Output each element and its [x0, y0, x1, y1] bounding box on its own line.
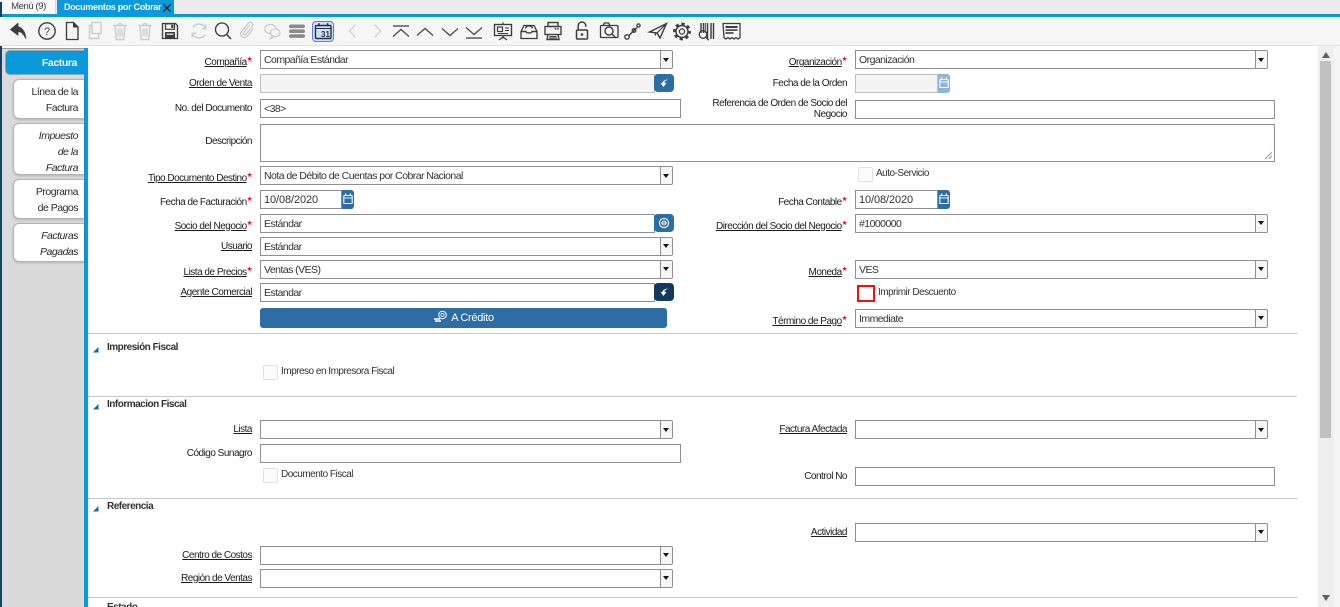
svg-text:?: ?: [44, 26, 50, 38]
svg-text:31: 31: [321, 30, 330, 39]
